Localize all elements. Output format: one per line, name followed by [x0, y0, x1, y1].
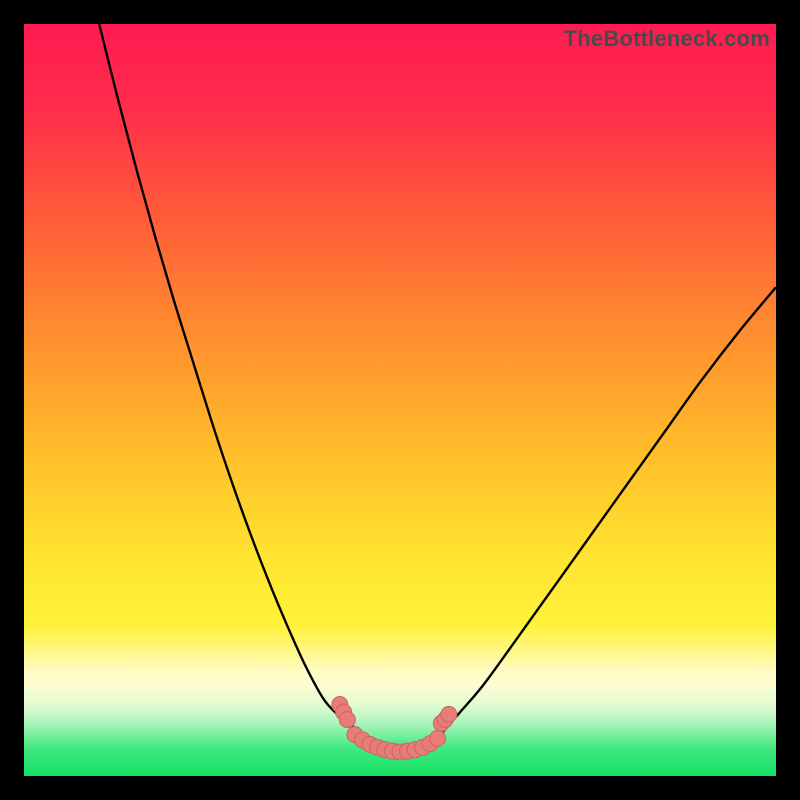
marker-dot [441, 706, 457, 722]
marker-dot [339, 712, 355, 728]
curve-layer [24, 24, 776, 776]
marker-cluster [332, 697, 457, 760]
curve-left-branch [99, 24, 351, 723]
chart-frame: TheBottleneck.com [0, 0, 800, 800]
curve-right-branch [445, 287, 776, 729]
marker-dot [430, 730, 446, 746]
plot-area: TheBottleneck.com [24, 24, 776, 776]
